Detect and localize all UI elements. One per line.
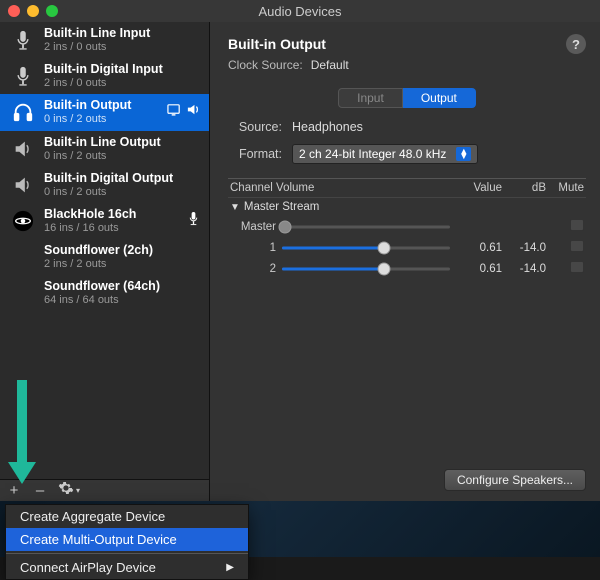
format-label: Format: [228, 147, 282, 161]
speaker-icon [10, 136, 36, 162]
disclosure-triangle-icon: ▼ [230, 202, 240, 213]
device-sub: 2 ins / 0 outs [44, 77, 201, 90]
menu-item-multi-output[interactable]: Create Multi-Output Device [6, 528, 248, 551]
volume-value: 0.61 [450, 242, 502, 254]
mute-checkbox[interactable] [570, 219, 584, 231]
device-sub: 64 ins / 64 outs [44, 294, 201, 307]
menu-item-label: Connect AirPlay Device [20, 560, 156, 575]
speaker-icon [10, 172, 36, 198]
minimize-icon[interactable] [27, 5, 39, 17]
zoom-icon[interactable] [46, 5, 58, 17]
channel-name: 2 [240, 263, 282, 275]
speaker-icon [186, 102, 201, 122]
mute-checkbox[interactable] [570, 261, 584, 273]
col-mute: Mute [546, 182, 584, 194]
configure-speakers-button[interactable]: Configure Speakers... [444, 469, 586, 491]
channel-name: Master [240, 221, 282, 233]
volume-value: 0.61 [450, 263, 502, 275]
device-sub: 2 ins / 0 outs [44, 41, 201, 54]
volume-db: -14.0 [502, 263, 546, 275]
headphones-icon [10, 99, 36, 125]
blank-icon [10, 280, 36, 306]
annotation-arrow [10, 380, 34, 490]
volume-slider[interactable] [282, 241, 450, 255]
sidebar-item-digital-input[interactable]: Built-in Digital Input 2 ins / 0 outs [0, 58, 209, 94]
microphone-icon [10, 63, 36, 89]
device-sub: 0 ins / 2 outs [44, 150, 201, 163]
volume-row-2: 2 0.61 -14.0 [228, 258, 586, 279]
volume-row-1: 1 0.61 -14.0 [228, 237, 586, 258]
sidebar-item-line-input[interactable]: Built-in Line Input 2 ins / 0 outs [0, 22, 209, 58]
system-output-icon [167, 102, 182, 122]
table-header: Channel Volume Value dB Mute [228, 179, 586, 198]
mute-checkbox[interactable] [570, 240, 584, 252]
volume-slider[interactable] [282, 220, 450, 234]
sidebar-item-builtin-output[interactable]: Built-in Output 0 ins / 2 outs [0, 94, 209, 130]
gear-menu-button[interactable]: ▾ [58, 480, 80, 501]
close-icon[interactable] [8, 5, 20, 17]
main-panel: Built-in Output ? Clock Source: Default … [210, 22, 600, 501]
volume-table: Channel Volume Value dB Mute ▼ Master St… [228, 178, 586, 279]
sidebar-item-soundflower-64ch[interactable]: Soundflower (64ch) 64 ins / 64 outs [0, 275, 209, 311]
window-title: Audio Devices [0, 4, 600, 19]
stream-name: Master Stream [244, 201, 319, 213]
remove-button[interactable]: – [32, 482, 48, 499]
sidebar-item-soundflower-2ch[interactable]: Soundflower (2ch) 2 ins / 2 outs [0, 239, 209, 275]
blank-icon [10, 244, 36, 270]
sidebar-item-digital-output[interactable]: Built-in Digital Output 0 ins / 2 outs [0, 167, 209, 203]
volume-slider[interactable] [282, 262, 450, 276]
submenu-arrow-icon: ▶ [226, 562, 234, 573]
device-name: BlackHole 16ch [44, 207, 178, 222]
menu-item-label: Create Aggregate Device [20, 509, 165, 524]
col-channel: Channel Volume [230, 182, 450, 194]
window-body: Built-in Line Input 2 ins / 0 outs Built… [0, 22, 600, 501]
plus-context-menu: Create Aggregate Device Create Multi-Out… [5, 504, 249, 580]
device-name: Built-in Digital Output [44, 171, 201, 186]
io-tabs: Input Output [228, 88, 586, 108]
device-name: Soundflower (64ch) [44, 279, 201, 294]
source-label: Source: [228, 120, 282, 134]
help-button[interactable]: ? [566, 34, 586, 54]
stepper-icon: ▲▼ [456, 147, 471, 161]
sidebar-item-line-output[interactable]: Built-in Line Output 0 ins / 2 outs [0, 131, 209, 167]
menu-item-label: Create Multi-Output Device [20, 532, 177, 547]
tab-input[interactable]: Input [338, 88, 403, 108]
sidebar-item-blackhole[interactable]: BlackHole 16ch 16 ins / 16 outs [0, 203, 209, 239]
device-sub: 0 ins / 2 outs [44, 113, 159, 126]
menu-item-airplay[interactable]: Connect AirPlay Device ▶ [6, 556, 248, 579]
device-name: Built-in Output [44, 98, 159, 113]
panel-title: Built-in Output [228, 36, 326, 52]
volume-row-master: Master [228, 216, 586, 237]
channel-name: 1 [240, 242, 282, 254]
blackhole-icon [10, 208, 36, 234]
source-value: Headphones [292, 120, 363, 134]
microphone-icon [10, 27, 36, 53]
stream-row[interactable]: ▼ Master Stream [228, 198, 586, 216]
gear-icon [58, 480, 74, 501]
device-sub: 16 ins / 16 outs [44, 222, 178, 235]
titlebar: Audio Devices [0, 0, 600, 22]
volume-db: -14.0 [502, 242, 546, 254]
menu-item-aggregate[interactable]: Create Aggregate Device [6, 505, 248, 528]
device-sub: 2 ins / 2 outs [44, 258, 201, 271]
input-mic-icon [186, 211, 201, 231]
window-controls [8, 5, 58, 17]
format-value: 2 ch 24-bit Integer 48.0 kHz [299, 147, 446, 161]
device-sub: 0 ins / 2 outs [44, 186, 201, 199]
clock-source-value: Default [311, 58, 349, 72]
clock-source-label: Clock Source: [228, 58, 303, 72]
device-name: Built-in Line Output [44, 135, 201, 150]
format-select[interactable]: 2 ch 24-bit Integer 48.0 kHz ▲▼ [292, 144, 478, 164]
col-db: dB [502, 182, 546, 194]
menu-separator [6, 553, 248, 554]
device-name: Soundflower (2ch) [44, 243, 201, 258]
device-name: Built-in Digital Input [44, 62, 201, 77]
device-name: Built-in Line Input [44, 26, 201, 41]
tab-output[interactable]: Output [403, 88, 476, 108]
col-value: Value [450, 182, 502, 194]
chevron-down-icon: ▾ [76, 486, 80, 495]
